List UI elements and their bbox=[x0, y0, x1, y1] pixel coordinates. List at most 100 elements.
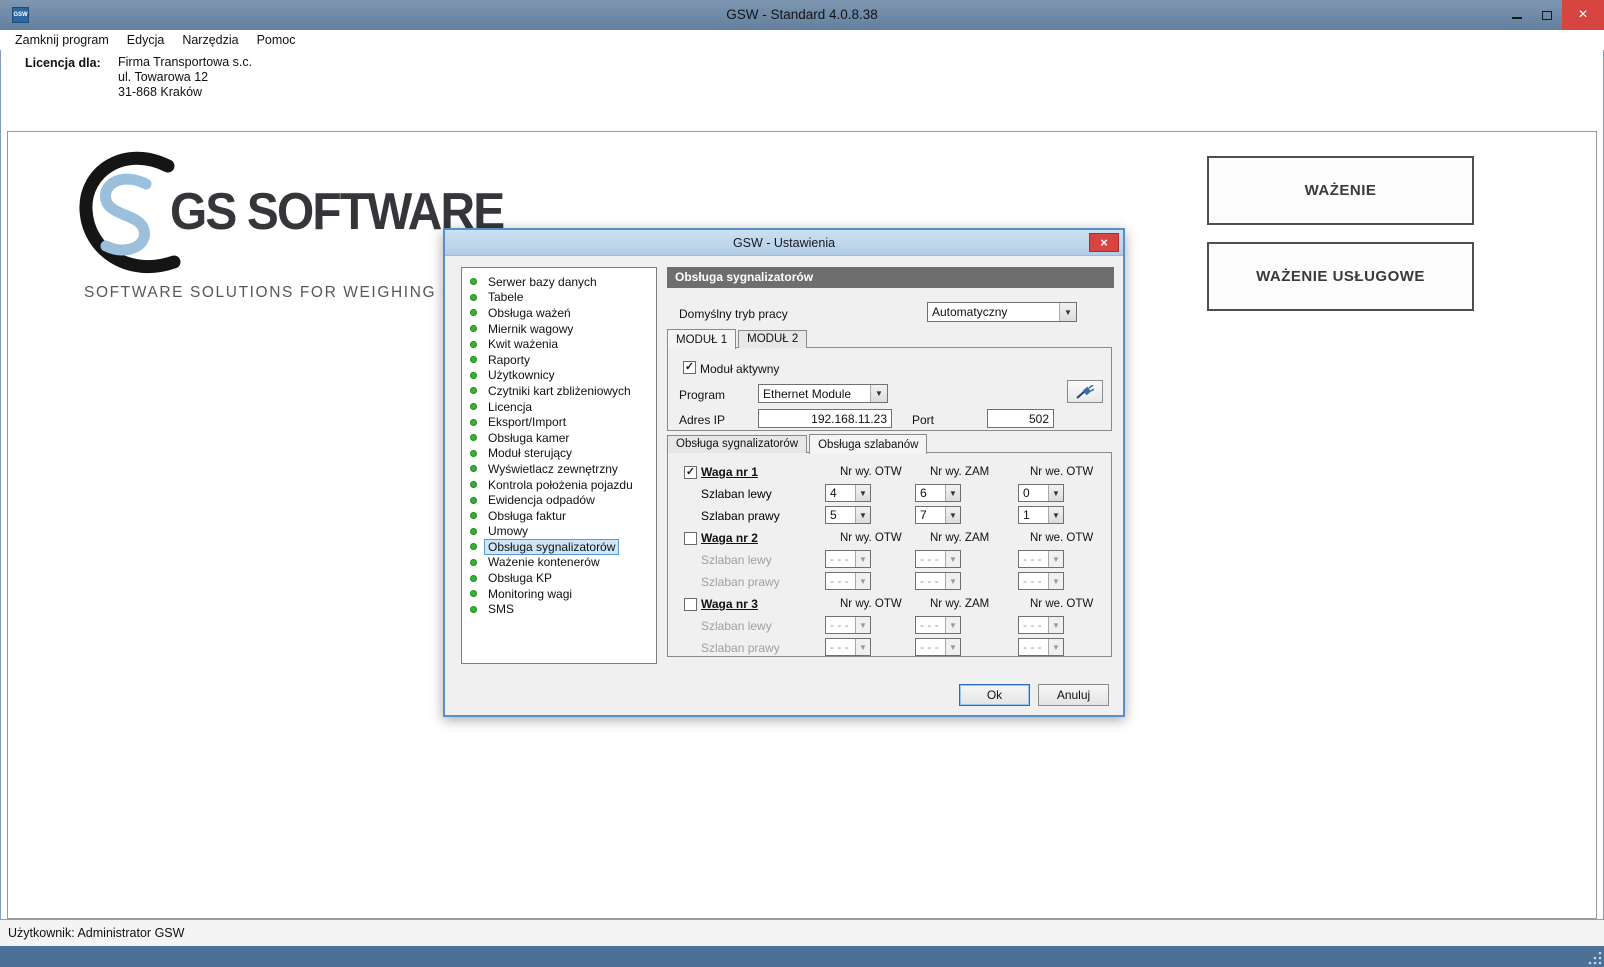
category-ewidencja-odpadow[interactable]: Ewidencja odpadów bbox=[462, 492, 656, 508]
chevron-down-icon: ▼ bbox=[945, 573, 960, 589]
waga2-checkbox[interactable] bbox=[684, 532, 697, 545]
category-wazenie-kontenerow[interactable]: Ważenie kontenerów bbox=[462, 555, 656, 571]
settings-dialog: GSW - Ustawienia × Serwer bazy danych Ta… bbox=[443, 228, 1125, 717]
signal-settings-panel: Obsługa sygnalizatorów Domyślny tryb pra… bbox=[667, 267, 1114, 664]
menu-edycja[interactable]: Edycja bbox=[118, 30, 174, 50]
category-obsluga-faktur[interactable]: Obsługa faktur bbox=[462, 508, 656, 524]
select-value: 1 bbox=[1023, 508, 1030, 522]
close-icon: × bbox=[1578, 6, 1587, 24]
application-window: GSW GSW - Standard 4.0.8.38 × Zamknij pr… bbox=[0, 0, 1604, 967]
module-active-checkbox[interactable] bbox=[683, 361, 696, 374]
ip-address-field[interactable] bbox=[758, 409, 892, 428]
select-value: - - - bbox=[1023, 552, 1042, 566]
chevron-down-icon: ▼ bbox=[945, 617, 960, 633]
waga1-prawy-otw-select[interactable]: 5▼ bbox=[825, 506, 871, 524]
bullet-icon bbox=[470, 294, 477, 301]
tab-obsluga-sygnalizatorow[interactable]: Obsługa sygnalizatorów bbox=[667, 435, 807, 453]
port-field[interactable] bbox=[987, 409, 1054, 428]
category-obsluga-kp[interactable]: Obsługa KP bbox=[462, 570, 656, 586]
column-header: Nr wy. OTW bbox=[840, 466, 902, 478]
maximize-button[interactable] bbox=[1532, 0, 1562, 30]
dialog-close-button[interactable]: × bbox=[1089, 233, 1119, 252]
tab-obsluga-szlabanow[interactable]: Obsługa szlabanów bbox=[809, 434, 927, 454]
waga2-prawy-we-select[interactable]: - - -▼ bbox=[1018, 572, 1064, 590]
waga3-checkbox[interactable] bbox=[684, 598, 697, 611]
default-mode-select[interactable]: Automatyczny ▼ bbox=[927, 302, 1077, 322]
tab-modul-2[interactable]: MODUŁ 2 bbox=[738, 330, 807, 348]
waga2-prawy-zam-select[interactable]: - - - ▼ bbox=[915, 572, 961, 590]
category-umowy[interactable]: Umowy bbox=[462, 524, 656, 540]
waga1-prawy-we-select[interactable]: 1▼ bbox=[1018, 506, 1064, 524]
chevron-down-icon: ▼ bbox=[870, 385, 887, 402]
category-kwit-wazenia[interactable]: Kwit ważenia bbox=[462, 336, 656, 352]
waga2-prawy-otw-select[interactable]: - - -▼ bbox=[825, 572, 871, 590]
scale-group-1: Waga nr 1 Nr wy. OTW Nr wy. ZAM Nr we. O… bbox=[668, 465, 1113, 529]
waga1-checkbox[interactable] bbox=[684, 466, 697, 479]
category-label: Wyświetlacz zewnętrzny bbox=[484, 461, 622, 477]
resize-grip[interactable] bbox=[1588, 951, 1602, 965]
category-modul-sterujacy[interactable]: Moduł sterujący bbox=[462, 446, 656, 462]
waga2-lewy-otw-select[interactable]: - - -▼ bbox=[825, 550, 871, 568]
category-miernik-wagowy[interactable]: Miernik wagowy bbox=[462, 321, 656, 337]
waga3-lewy-otw-select[interactable]: - - -▼ bbox=[825, 616, 871, 634]
category-kontrola-polozenia[interactable]: Kontrola położenia pojazdu bbox=[462, 477, 656, 493]
status-bar: Użytkownik: Administrator GSW bbox=[0, 919, 1604, 946]
waga3-lewy-zam-select[interactable]: - - - ▼ bbox=[915, 616, 961, 634]
szlaban-lewy-label: Szlaban lewy bbox=[701, 619, 772, 633]
menu-narzedzia[interactable]: Narzędzia bbox=[173, 30, 247, 50]
program-select[interactable]: Ethernet Module ▼ bbox=[758, 384, 888, 403]
category-uzytkownicy[interactable]: Użytkownicy bbox=[462, 368, 656, 384]
default-mode-label: Domyślny tryb pracy bbox=[679, 307, 788, 321]
category-obsluga-sygnalizatorow[interactable]: Obsługa sygnalizatorów bbox=[462, 539, 656, 555]
waga3-prawy-otw-select[interactable]: - - -▼ bbox=[825, 638, 871, 656]
waga3-prawy-we-select[interactable]: - - -▼ bbox=[1018, 638, 1064, 656]
category-sms[interactable]: SMS bbox=[462, 601, 656, 617]
waga3-prawy-zam-select[interactable]: - - -▼ bbox=[915, 638, 961, 656]
test-connection-button[interactable] bbox=[1067, 380, 1103, 403]
category-serwer-bazy-danych[interactable]: Serwer bazy danych bbox=[462, 274, 656, 290]
minimize-button[interactable] bbox=[1502, 0, 1532, 30]
category-monitoring-wagi[interactable]: Monitoring wagi bbox=[462, 586, 656, 602]
category-tabele[interactable]: Tabele bbox=[462, 290, 656, 306]
column-header: Nr wy. OTW bbox=[840, 598, 902, 610]
select-value: - - - bbox=[920, 574, 939, 588]
category-obsluga-wazen[interactable]: Obsługa ważeń bbox=[462, 305, 656, 321]
menu-zamknij-program[interactable]: Zamknij program bbox=[6, 30, 118, 50]
wazenie-button[interactable]: WAŻENIE bbox=[1207, 156, 1474, 225]
waga3-lewy-we-select[interactable]: - - -▼ bbox=[1018, 616, 1064, 634]
bullet-icon bbox=[470, 434, 477, 441]
waga1-lewy-zam-select[interactable]: 6▼ bbox=[915, 484, 961, 502]
tab-modul-1[interactable]: MODUŁ 1 bbox=[667, 329, 736, 349]
close-button[interactable]: × bbox=[1562, 0, 1604, 30]
category-licencja[interactable]: Licencja bbox=[462, 399, 656, 415]
select-value: - - - bbox=[830, 574, 849, 588]
waga2-lewy-we-select[interactable]: - - -▼ bbox=[1018, 550, 1064, 568]
select-value: - - - bbox=[920, 640, 939, 654]
bullet-icon bbox=[470, 341, 477, 348]
category-czytniki-kart[interactable]: Czytniki kart zbliżeniowych bbox=[462, 383, 656, 399]
default-mode-value: Automatyczny bbox=[932, 305, 1007, 319]
titlebar: GSW GSW - Standard 4.0.8.38 × bbox=[0, 0, 1604, 30]
category-label: Ważenie kontenerów bbox=[484, 554, 604, 570]
category-wyswietlacz-zewnetrzny[interactable]: Wyświetlacz zewnętrzny bbox=[462, 461, 656, 477]
category-eksport-import[interactable]: Eksport/Import bbox=[462, 414, 656, 430]
wazenie-uslugowe-button[interactable]: WAŻENIE USŁUGOWE bbox=[1207, 242, 1474, 311]
chevron-down-icon: ▼ bbox=[1059, 303, 1076, 321]
cancel-button[interactable]: Anuluj bbox=[1038, 684, 1109, 706]
ok-button[interactable]: Ok bbox=[959, 684, 1030, 706]
waga1-prawy-zam-select[interactable]: 7▼ bbox=[915, 506, 961, 524]
szlaban-lewy-label: Szlaban lewy bbox=[701, 553, 772, 567]
bullet-icon bbox=[470, 325, 477, 332]
menu-pomoc[interactable]: Pomoc bbox=[248, 30, 305, 50]
select-value: 7 bbox=[920, 508, 927, 522]
waga1-lewy-we-select[interactable]: 0▼ bbox=[1018, 484, 1064, 502]
category-obsluga-kamer[interactable]: Obsługa kamer bbox=[462, 430, 656, 446]
category-raporty[interactable]: Raporty bbox=[462, 352, 656, 368]
category-label: Tabele bbox=[484, 289, 527, 305]
waga2-lewy-zam-select[interactable]: - - -▼ bbox=[915, 550, 961, 568]
select-value: - - - bbox=[920, 618, 939, 632]
window-controls: × bbox=[1502, 0, 1604, 30]
select-value: - - - bbox=[830, 552, 849, 566]
bullet-icon bbox=[470, 497, 477, 504]
waga1-lewy-otw-select[interactable]: 4▼ bbox=[825, 484, 871, 502]
